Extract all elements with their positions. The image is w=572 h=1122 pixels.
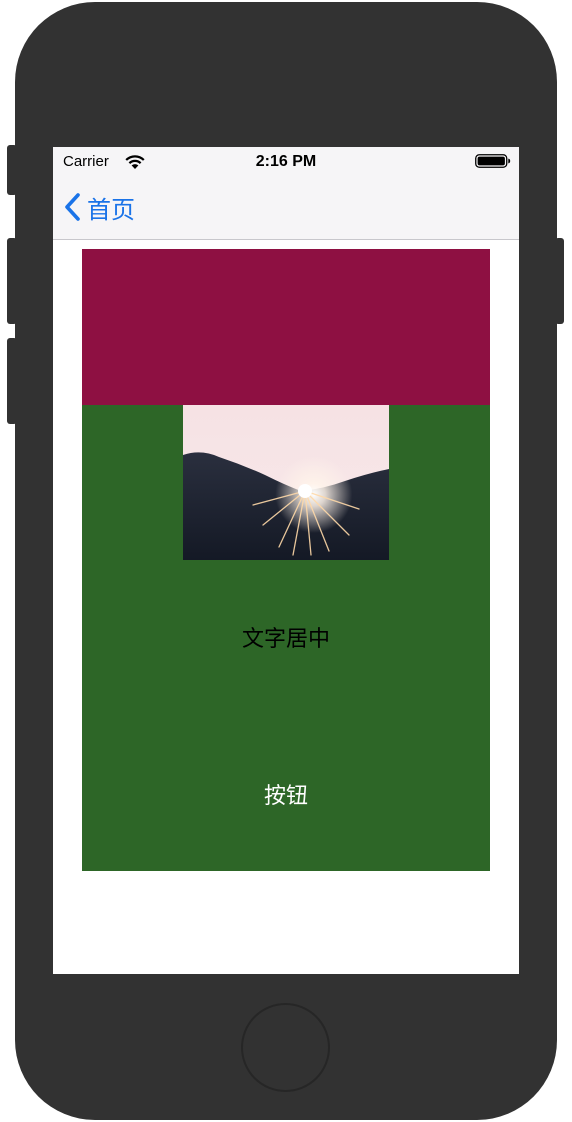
status-bar: Carrier 2:16 PM bbox=[53, 147, 519, 175]
navigation-bar: 首页 bbox=[53, 175, 519, 240]
home-button[interactable] bbox=[241, 1003, 330, 1092]
centered-text-label: 文字居中 bbox=[241, 627, 330, 652]
header-color-block bbox=[82, 249, 490, 405]
back-button-label: 首页 bbox=[87, 195, 135, 224]
status-time: 2:16 PM bbox=[255, 153, 317, 170]
sunset-image bbox=[183, 405, 389, 560]
main-color-block: 文字居中 按钮 bbox=[82, 405, 490, 871]
back-button[interactable]: 首页 bbox=[63, 190, 135, 224]
content-area: 文字居中 按钮 bbox=[53, 241, 519, 974]
chevron-left-icon bbox=[65, 193, 80, 221]
screen: Carrier 2:16 PM 首页 文字居中 按钮 bbox=[53, 147, 519, 974]
action-button[interactable]: 按钮 bbox=[236, 769, 336, 819]
battery-full-icon bbox=[475, 154, 511, 168]
